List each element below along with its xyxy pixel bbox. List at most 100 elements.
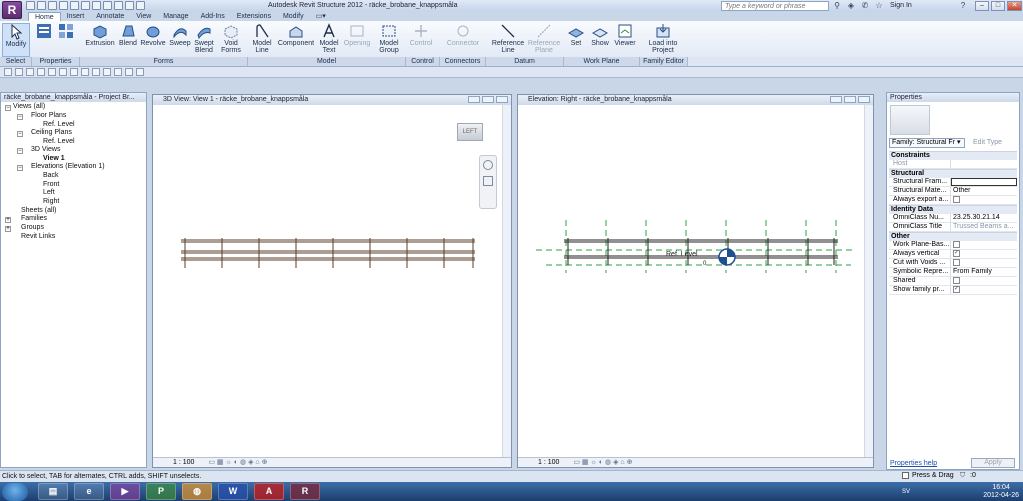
subscription-icon[interactable]: ◈ [846,1,856,11]
panel-work-plane[interactable]: Work Plane [564,57,640,66]
press-drag-checkbox[interactable] [902,472,909,479]
prop-row[interactable]: Structural Fram... [889,178,1017,187]
open-icon[interactable] [26,1,35,10]
collapse-icon[interactable]: − [17,114,23,120]
publisher-app-icon[interactable]: P [146,483,176,500]
group-constraints[interactable]: Constraints [889,151,1017,160]
set-work-plane-button[interactable]: Set [566,23,586,47]
modify-button[interactable]: Modify [2,23,30,57]
checkbox-checked[interactable]: ✓ [953,286,960,293]
sign-in-link[interactable]: Sign In [890,2,912,9]
save-icon[interactable] [37,1,46,10]
group-structural[interactable]: Structural [889,169,1017,178]
prop-row[interactable]: Shared [889,277,1017,286]
control-button[interactable]: Control [406,23,436,47]
railing-elevation-drawing[interactable] [536,215,856,275]
prop-row[interactable]: OmniClass Nu... 23.25.30.21.14 [889,214,1017,223]
switch-window-icon[interactable] [136,68,144,76]
tree-left[interactable]: Left [43,189,55,196]
save-icon-2[interactable] [15,68,23,76]
favorites-icon[interactable]: ☆ [874,1,884,11]
reference-line-button[interactable]: Reference Line [490,23,526,54]
component-button[interactable]: Component [275,23,317,47]
dimension-icon[interactable] [59,68,67,76]
prop-row[interactable]: Always export a... [889,196,1017,205]
collapse-icon[interactable]: − [17,148,23,154]
minimize-button[interactable]: – [975,1,989,11]
minimize-view-button[interactable] [830,96,842,103]
minimize-view-button[interactable] [468,96,480,103]
collapse-icon[interactable]: − [17,131,23,137]
properties-help-link[interactable]: Properties help [890,460,937,467]
prop-row[interactable]: Symbolic Repre... From Family [889,268,1017,277]
start-button[interactable] [2,483,28,501]
expand-icon[interactable]: + [5,226,11,232]
extrusion-button[interactable]: Extrusion [84,23,116,47]
view-3d-scale[interactable]: 1 : 100 [173,459,194,466]
tree-sheets[interactable]: Sheets (all) [21,207,56,214]
prop-row[interactable]: OmniClass Title Trussed Beams a... [889,223,1017,232]
view-elevation-window[interactable]: Elevation: Right - räcke_brobane_knappsm… [517,94,874,468]
zoom-icon[interactable] [483,176,493,186]
revit-app-icon[interactable]: R [290,483,320,500]
filter-icon[interactable]: ⛉ [960,472,965,480]
thin-lines-icon[interactable] [136,1,145,10]
model-line-button[interactable]: Model Line [250,23,274,54]
tree-3d-views[interactable]: 3D Views [31,146,60,153]
collapse-icon[interactable]: − [17,165,23,171]
explorer-app-icon[interactable]: ▤ [38,483,68,500]
properties-button[interactable] [34,23,54,40]
tree-views-all[interactable]: Views (all) [13,103,45,110]
prop-row[interactable]: Cut with Voids ... [889,259,1017,268]
measure-icon[interactable] [81,1,90,10]
revolve-button[interactable]: Revolve [140,23,166,47]
railing-3d-drawing[interactable] [173,230,483,280]
checkbox[interactable] [953,196,960,203]
tree-floor-ref-level[interactable]: Ref. Level [43,121,75,128]
view-elevation-scale[interactable]: 1 : 100 [538,459,559,466]
paint-app-icon[interactable]: ◍ [182,483,212,500]
type-selector[interactable]: Family: Structural Fr ▾ [889,138,965,148]
load-into-project-button[interactable]: Load into Project [644,23,682,54]
section-icon[interactable] [125,1,134,10]
open-icon-2[interactable] [4,68,12,76]
internet-explorer-app-icon[interactable]: e [74,483,104,500]
edit-type-button[interactable]: Edit Type [973,139,1002,146]
reference-plane-button[interactable]: Reference Plane [526,23,562,54]
checkbox[interactable] [953,259,960,266]
tree-ceiling-plans[interactable]: Ceiling Plans [31,129,72,136]
level-value[interactable]: 0 [703,261,706,267]
acrobat-app-icon[interactable]: A [254,483,284,500]
sweep-button[interactable]: Sweep [168,23,192,47]
redo-icon-2[interactable] [37,68,45,76]
restore-view-button[interactable] [844,96,856,103]
line-icon[interactable] [81,68,89,76]
text-icon[interactable] [103,1,112,10]
checkbox[interactable] [953,241,960,248]
tree-front[interactable]: Front [43,181,59,188]
system-clock[interactable]: 16:04 2012-04-26 [983,484,1019,500]
collapse-icon[interactable]: − [5,105,11,111]
application-menu-button[interactable]: R [2,1,22,19]
3d-view-icon[interactable] [114,1,123,10]
view-control-icons[interactable]: ▭ ▦ ☼ ◐ ◍ ◈ ⌂ ⊕ [208,459,267,466]
tree-view-1[interactable]: View 1 [43,155,65,162]
tree-floor-plans[interactable]: Floor Plans [31,112,66,119]
sync-icon[interactable] [48,68,56,76]
close-button[interactable]: ✕ [1007,1,1022,11]
level-label[interactable]: Ref. Level [666,251,698,258]
close-view-button[interactable] [496,96,508,103]
communication-icon[interactable]: ✆ [860,1,870,11]
view-3d-window[interactable]: 3D View: View 1 - räcke_brobane_knappsmå… [152,94,512,468]
tag-icon[interactable] [92,1,101,10]
view-3d-scrollbar[interactable] [502,105,511,457]
prop-row[interactable]: Structural Mate... Other [889,187,1017,196]
model-group-button[interactable]: Model Group [376,23,402,54]
checkbox-checked[interactable]: ✓ [953,250,960,257]
align-icon[interactable] [70,68,78,76]
window-icon[interactable] [125,68,133,76]
show-work-plane-button[interactable]: Show [588,23,612,47]
connector-button[interactable]: Connector [444,23,482,47]
tree-groups[interactable]: Groups [21,224,44,231]
prop-row[interactable]: Host [889,160,1017,169]
